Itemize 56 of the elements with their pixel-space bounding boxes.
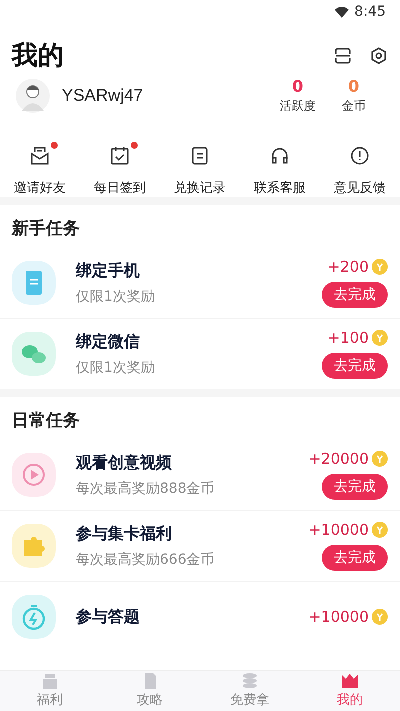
reward-amount: +10000 xyxy=(308,608,369,626)
task-title: 观看创意视频 xyxy=(76,452,173,474)
reward-amount: +20000 xyxy=(308,450,369,468)
avatar-icon[interactable] xyxy=(16,79,50,113)
crown-icon xyxy=(341,673,359,689)
reward-amount: +100 xyxy=(328,329,369,347)
task-title: 绑定微信 xyxy=(76,332,141,352)
shortcut-item[interactable]: 兑换记录 xyxy=(164,145,236,197)
envelope-icon xyxy=(29,145,51,167)
stopwatch-icon xyxy=(12,595,56,639)
coin-icon xyxy=(372,330,388,346)
complete-button[interactable]: 去完成 xyxy=(322,353,388,379)
coin-icon xyxy=(372,259,388,275)
stat-value: 0 xyxy=(348,77,360,96)
page-title: 我的 xyxy=(12,40,64,73)
coin-icon xyxy=(372,451,388,467)
stat-label: 金币 xyxy=(342,98,366,115)
stat-value: 0 xyxy=(292,77,304,96)
shortcut-item[interactable]: 每日签到 xyxy=(84,145,156,197)
task-description: 每次最高奖励888金币 xyxy=(76,480,216,498)
section-title: 新手任务 xyxy=(10,218,81,241)
complete-button[interactable]: 去完成 xyxy=(322,474,388,500)
task-title: 绑定手机 xyxy=(76,260,141,282)
tab-item[interactable]: 我的 xyxy=(310,671,390,711)
task-title: 参与答题 xyxy=(76,606,141,628)
reward-amount: +200 xyxy=(328,258,369,276)
scan-icon[interactable] xyxy=(334,46,352,64)
chat-icon xyxy=(12,332,56,376)
tab-item[interactable]: 福利 xyxy=(10,671,90,711)
stack-icon xyxy=(241,673,259,689)
task-title: 参与集卡福利 xyxy=(76,524,173,544)
task-description: 每次最高奖励666金币 xyxy=(76,550,216,568)
tab-item[interactable]: 免费拿 xyxy=(210,671,290,711)
shortcut-item[interactable]: 联系客服 xyxy=(244,145,316,197)
status-time: 8:45 xyxy=(354,4,386,20)
puzzle-icon xyxy=(12,524,56,568)
alert-icon xyxy=(349,145,371,167)
settings-icon[interactable] xyxy=(370,46,388,64)
section-title: 日常任务 xyxy=(11,410,81,433)
coin-icon xyxy=(372,522,388,538)
stat-label: 活跃度 xyxy=(280,98,316,115)
complete-button[interactable]: 去完成 xyxy=(322,545,388,571)
wifi-icon xyxy=(334,6,349,18)
task-description: 仅限1次奖励 xyxy=(76,288,156,306)
shortcut-item[interactable]: 意见反馈 xyxy=(324,145,396,197)
coin-icon xyxy=(372,609,388,625)
tab-item[interactable]: 攻略 xyxy=(110,671,190,711)
shortcut-item[interactable]: 邀请好友 xyxy=(4,145,76,197)
gift-icon xyxy=(41,673,59,689)
phone-icon xyxy=(12,261,56,305)
play-icon xyxy=(12,453,56,497)
task-description: 仅限1次奖励 xyxy=(76,358,156,376)
reward-amount: +10000 xyxy=(308,521,369,539)
user-name: YSARwj47 xyxy=(62,86,144,106)
calendar-icon xyxy=(109,145,131,167)
complete-button[interactable]: 去完成 xyxy=(322,282,388,308)
